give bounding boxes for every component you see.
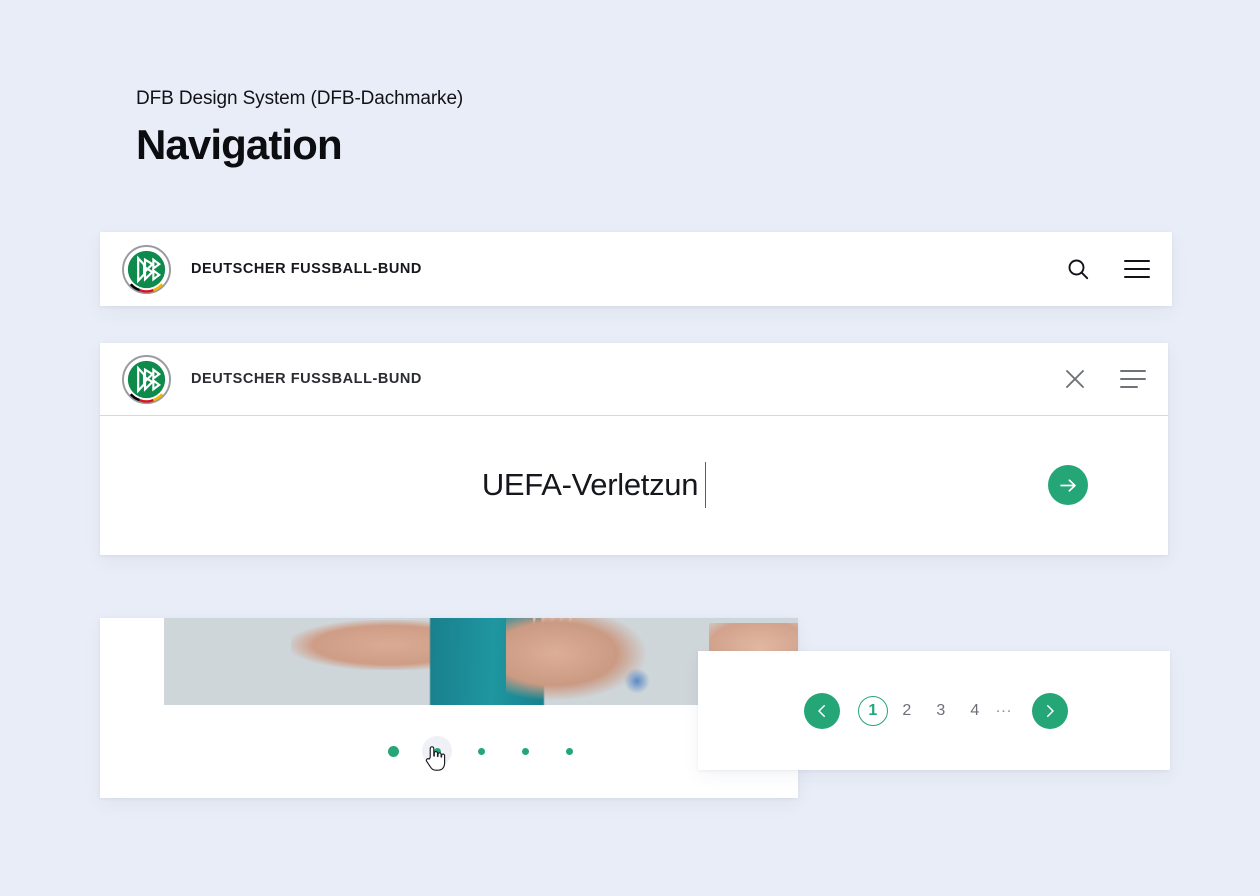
- dfb-logo-icon: [122, 354, 171, 404]
- pagination-ellipsis: ...: [995, 698, 1013, 716]
- pagination-page-3[interactable]: 3: [926, 696, 956, 726]
- carousel-dot-indicator: [477, 747, 485, 755]
- page-title: Navigation: [136, 121, 343, 168]
- search-input-value: UEFA-Verletzun: [481, 467, 699, 502]
- pagination-prev-button[interactable]: [803, 692, 840, 729]
- chevron-right-icon: [1047, 704, 1054, 717]
- brand-link[interactable]: DEUTSCHER FUSSBALL-BUND: [122, 354, 422, 404]
- pagination-page-2[interactable]: 2: [892, 696, 922, 726]
- close-icon[interactable]: [1064, 368, 1086, 390]
- hamburger-menu-icon[interactable]: [1124, 260, 1150, 278]
- hamburger-lines: [1124, 260, 1150, 278]
- arrow-right-icon: [1059, 478, 1076, 492]
- navbar-expanded-topbar: DEUTSCHER FUSSBALL-BUND: [100, 343, 1168, 416]
- chevron-left-icon: [818, 704, 825, 717]
- page-eyebrow: DFB Design System (DFB-Dachmarke): [136, 88, 464, 109]
- carousel-dot-2[interactable]: [422, 736, 452, 766]
- search-input[interactable]: UEFA-Verletzun: [100, 462, 1048, 508]
- carousel-dot-indicator: [433, 747, 441, 755]
- pagination-card: 1 2 3 4 ...: [698, 651, 1170, 770]
- carousel-dot-5[interactable]: [554, 736, 584, 766]
- carousel-dot-indicator: [521, 747, 529, 755]
- search-submit-button[interactable]: [1048, 465, 1088, 505]
- pagination-next-button[interactable]: [1032, 692, 1069, 729]
- navbar-collapsed: DEUTSCHER FUSSBALL-BUND: [100, 232, 1172, 306]
- navbar-expanded: DEUTSCHER FUSSBALL-BUND UEFA-Verletzun: [100, 343, 1168, 555]
- search-icon[interactable]: [1066, 257, 1090, 281]
- pagination-page-4[interactable]: 4: [960, 696, 990, 726]
- pagination-page-1[interactable]: 1: [857, 695, 888, 726]
- carousel-card: [100, 618, 798, 798]
- carousel-dot-indicator: [565, 747, 573, 755]
- pagination: 1 2 3 4 ...: [800, 692, 1069, 729]
- carousel-dot-1[interactable]: [378, 736, 408, 766]
- photo-background-blur: [623, 668, 650, 695]
- navbar-expanded-actions: [1064, 368, 1146, 390]
- dfb-logo-icon: [122, 244, 171, 294]
- brand-name: DEUTSCHER FUSSBALL-BUND: [191, 371, 422, 387]
- brand-name: DEUTSCHER FUSSBALL-BUND: [191, 261, 422, 277]
- search-row: UEFA-Verletzun: [100, 416, 1168, 554]
- text-caret: [705, 462, 707, 508]
- navbar-actions: [1066, 257, 1150, 281]
- hamburger-menu-icon[interactable]: [1120, 370, 1146, 388]
- carousel-dot-indicator: [387, 745, 399, 757]
- page-header: DFB Design System (DFB-Dachmarke) Naviga…: [136, 86, 463, 172]
- brand-link[interactable]: DEUTSCHER FUSSBALL-BUND: [122, 244, 422, 294]
- carousel-dot-3[interactable]: [466, 736, 496, 766]
- hamburger-lines: [1120, 370, 1146, 388]
- carousel-dot-4[interactable]: [510, 736, 540, 766]
